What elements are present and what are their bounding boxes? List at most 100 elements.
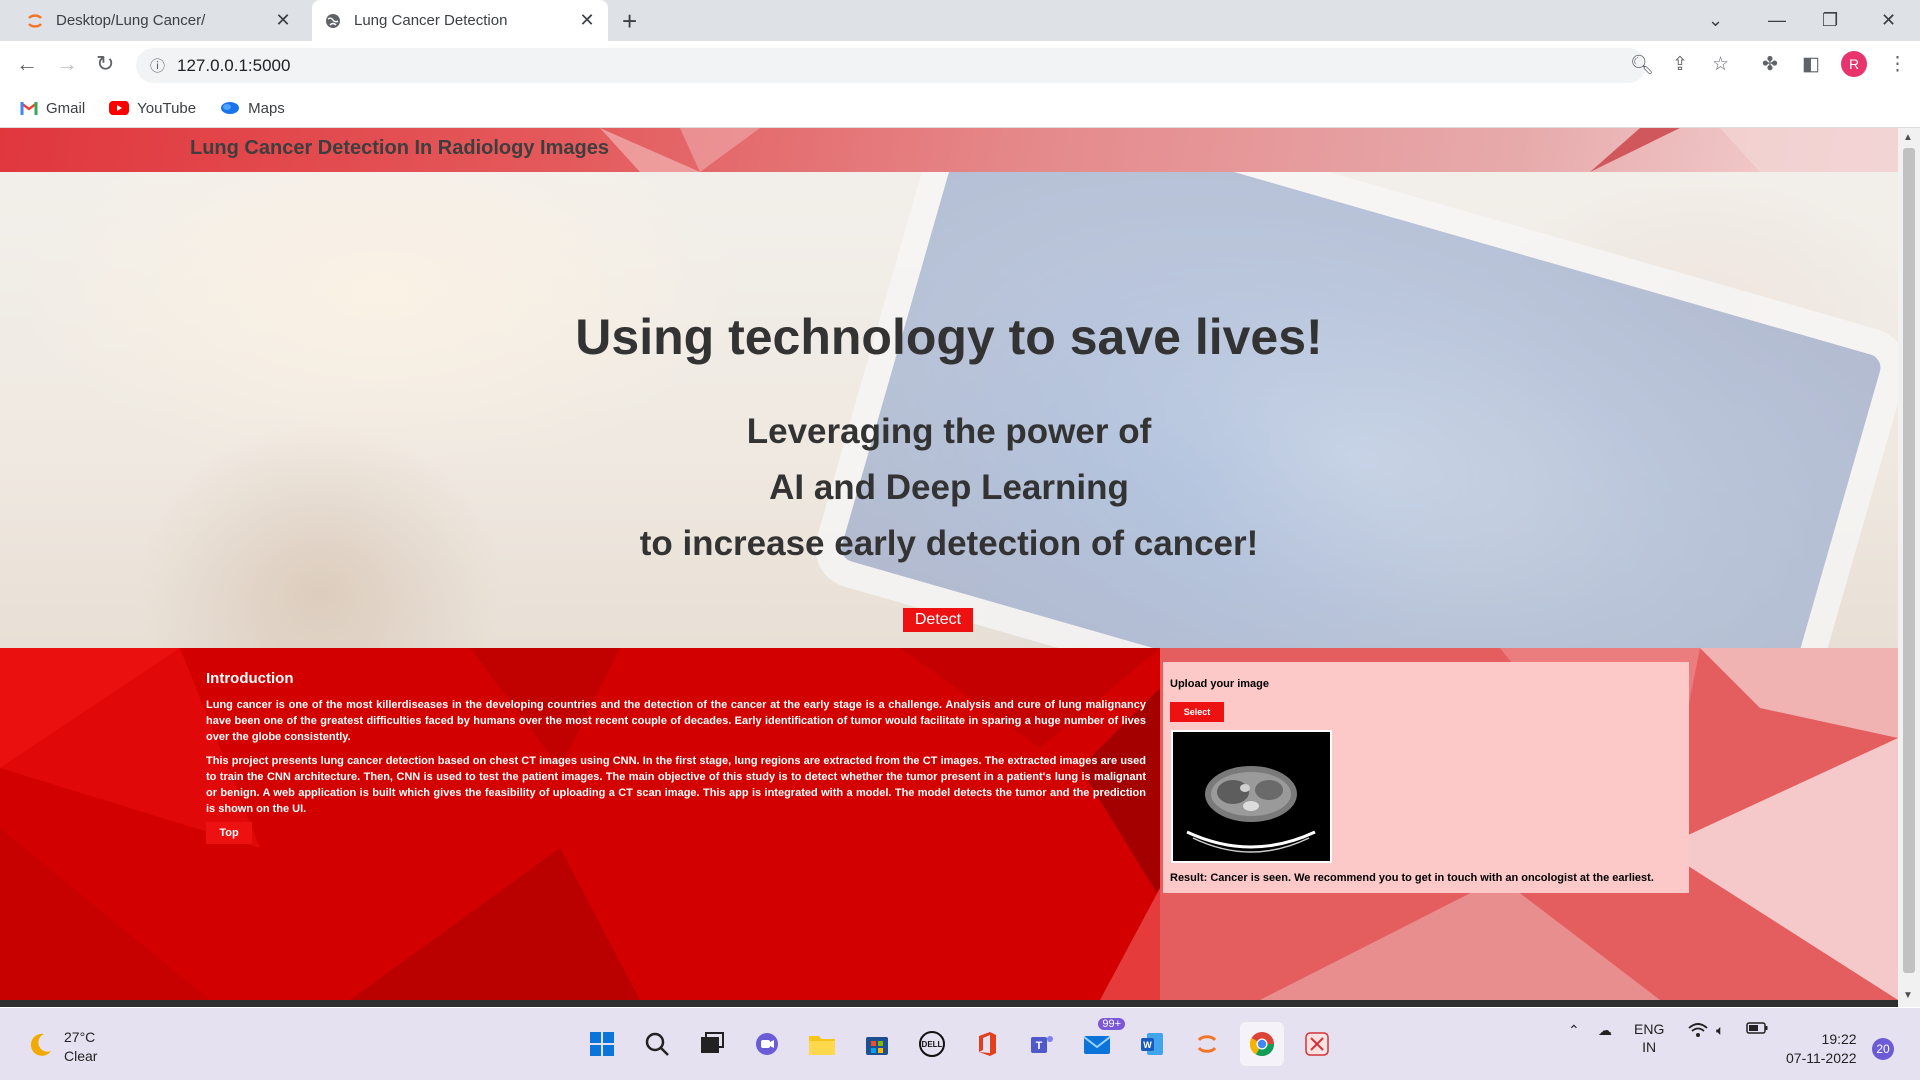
input-language[interactable]: ENG IN	[1634, 1020, 1664, 1056]
new-tab-icon[interactable]: +	[622, 6, 637, 37]
store-icon[interactable]	[855, 1022, 899, 1066]
youtube-icon	[109, 101, 130, 115]
clock-date: 07-11-2022	[1786, 1050, 1857, 1066]
ct-scan-image	[1171, 730, 1332, 863]
jupyter-taskbar-icon[interactable]	[1185, 1022, 1229, 1066]
zoom-icon[interactable]: 🔍︎	[1630, 53, 1654, 77]
hero-headline: Using technology to save lives!	[575, 309, 1323, 365]
bookmark-label: Maps	[248, 99, 285, 117]
mail-badge: 99+	[1098, 1018, 1125, 1030]
chrome-icon[interactable]	[1240, 1022, 1284, 1066]
clock[interactable]: 19:22 07-11-2022	[1786, 1030, 1857, 1068]
bookmark-gmail[interactable]: Gmail	[20, 100, 85, 117]
tab-search-icon[interactable]: ⌄	[1708, 0, 1723, 41]
url-text: 127.0.0.1:5000	[177, 55, 291, 75]
page-scrollbar[interactable]: ▲ ▼	[1898, 128, 1920, 1007]
tab-title: Lung Cancer Detection	[354, 12, 508, 29]
hero-subline-1: Leveraging the power of	[746, 412, 1152, 451]
tab-close-icon[interactable]: ✕	[574, 10, 600, 31]
region-code: IN	[1642, 1039, 1657, 1055]
side-panel-icon[interactable]: ◧	[1802, 53, 1820, 76]
hero-overlay	[0, 172, 1898, 648]
hero-subline-2: AI and Deep Learning	[769, 468, 1129, 507]
menu-icon[interactable]: ⋮	[1888, 53, 1907, 76]
top-button[interactable]: Top	[206, 822, 252, 844]
minimize-icon[interactable]: —	[1768, 0, 1786, 41]
weather-condition: Clear	[64, 1048, 98, 1064]
gmail-icon	[20, 101, 38, 115]
scroll-up-icon[interactable]: ▲	[1903, 132, 1913, 143]
address-bar[interactable]: ⓘ 127.0.0.1:5000	[136, 48, 1646, 83]
snipping-tool-icon[interactable]	[1295, 1022, 1339, 1066]
upload-label: Upload your image	[1170, 678, 1270, 690]
mail-icon[interactable]: 99+	[1075, 1018, 1125, 1066]
bookmark-maps[interactable]: Maps	[220, 100, 285, 117]
select-button[interactable]: Select	[1170, 702, 1224, 722]
language-code: ENG	[1634, 1021, 1665, 1037]
hero-section: Using technology to save lives! Leveragi…	[0, 172, 1898, 648]
chat-icon[interactable]	[745, 1022, 789, 1066]
battery-icon[interactable]	[1746, 1022, 1768, 1034]
extensions-icon[interactable]: ✤	[1762, 53, 1778, 76]
scroll-down-icon[interactable]: ▼	[1903, 990, 1913, 1001]
profile-avatar[interactable]: R	[1841, 51, 1867, 77]
office-icon[interactable]	[965, 1022, 1009, 1066]
bookmark-label: YouTube	[137, 99, 197, 117]
word-icon[interactable]: W	[1130, 1022, 1174, 1066]
bookmark-label: Gmail	[46, 99, 86, 117]
scroll-thumb[interactable]	[1903, 148, 1915, 973]
moon-icon	[26, 1031, 54, 1064]
intro-paragraph-2: This project presents lung cancer detect…	[206, 755, 1146, 815]
start-icon[interactable]	[580, 1022, 624, 1066]
task-view-icon[interactable]	[690, 1022, 734, 1066]
volume-icon[interactable]: 🔈︎	[1716, 1022, 1724, 1039]
svg-text:W: W	[1143, 1040, 1152, 1050]
globe-icon	[324, 12, 342, 30]
tab-lung-cancer-detection[interactable]: Lung Cancer Detection ✕	[312, 0, 608, 41]
weather-widget[interactable]: 27°C Clear	[26, 1028, 97, 1066]
upload-panel: Upload your image Select Result: Cancer …	[1163, 662, 1689, 893]
site-header: Lung Cancer Detection In Radiology Image…	[0, 128, 1898, 172]
tray-overflow-icon[interactable]: ⌃	[1568, 1022, 1580, 1039]
svg-text:DELL: DELL	[922, 1040, 943, 1049]
clock-time: 19:22	[1821, 1031, 1857, 1047]
detect-button[interactable]: Detect	[903, 608, 973, 632]
svg-text:T: T	[1036, 1040, 1043, 1052]
tab-jupyter[interactable]: Desktop/Lung Cancer/ ✕	[14, 0, 304, 41]
reload-icon[interactable]: ↻	[96, 51, 114, 77]
weather-temp: 27°C	[64, 1029, 96, 1045]
file-explorer-icon[interactable]	[800, 1022, 844, 1066]
teams-icon[interactable]: T	[1020, 1022, 1064, 1066]
dell-icon[interactable]: DELL	[910, 1022, 954, 1066]
back-icon[interactable]: ←	[16, 51, 38, 77]
taskbar-apps: DELL T 99+ W	[580, 1018, 1350, 1066]
footer-bar	[0, 1000, 1898, 1007]
windows-taskbar: 27°C Clear DELL T 99+ W ⌃ ☁ ENG IN 🔈︎ 19…	[0, 1008, 1920, 1080]
tab-close-icon[interactable]: ✕	[270, 10, 296, 31]
wifi-icon[interactable]	[1688, 1022, 1708, 1038]
intro-heading: Introduction	[206, 670, 294, 687]
share-icon[interactable]: ⇪	[1672, 53, 1688, 76]
intro-section: Introduction Lung cancer is one of the m…	[0, 648, 1898, 1000]
tab-title: Desktop/Lung Cancer/	[56, 12, 206, 29]
bookmarks-bar: Gmail YouTube Maps	[0, 89, 1920, 128]
site-info-icon[interactable]: ⓘ	[150, 55, 165, 76]
hero-subline-3: to increase early detection of cancer!	[639, 524, 1259, 563]
close-window-icon[interactable]: ✕	[1881, 0, 1896, 41]
maps-icon	[220, 101, 240, 115]
forward-icon[interactable]: →	[56, 51, 78, 77]
browser-toolbar: ← → ↻ ⓘ 127.0.0.1:5000 🔍︎ ⇪ ☆ ✤ ◧ R ⋮	[0, 41, 1920, 89]
tab-strip: Desktop/Lung Cancer/ ✕ Lung Cancer Detec…	[0, 0, 1920, 41]
result-text: Result: Cancer is seen. We recommend you…	[1170, 872, 1654, 884]
introduction-block: Introduction Lung cancer is one of the m…	[206, 670, 1146, 825]
jupyter-icon	[26, 12, 44, 30]
search-icon[interactable]	[635, 1022, 679, 1066]
site-brand[interactable]: Lung Cancer Detection In Radiology Image…	[190, 137, 609, 160]
onedrive-icon[interactable]: ☁	[1598, 1022, 1612, 1039]
bookmark-youtube[interactable]: YouTube	[109, 100, 196, 117]
notification-count[interactable]: 20	[1872, 1038, 1894, 1060]
bookmark-star-icon[interactable]: ☆	[1712, 53, 1729, 76]
web-page: Lung Cancer Detection In Radiology Image…	[0, 128, 1898, 1007]
intro-paragraph-1: Lung cancer is one of the most killerdis…	[206, 699, 1146, 743]
restore-icon[interactable]: ❐	[1822, 0, 1838, 41]
